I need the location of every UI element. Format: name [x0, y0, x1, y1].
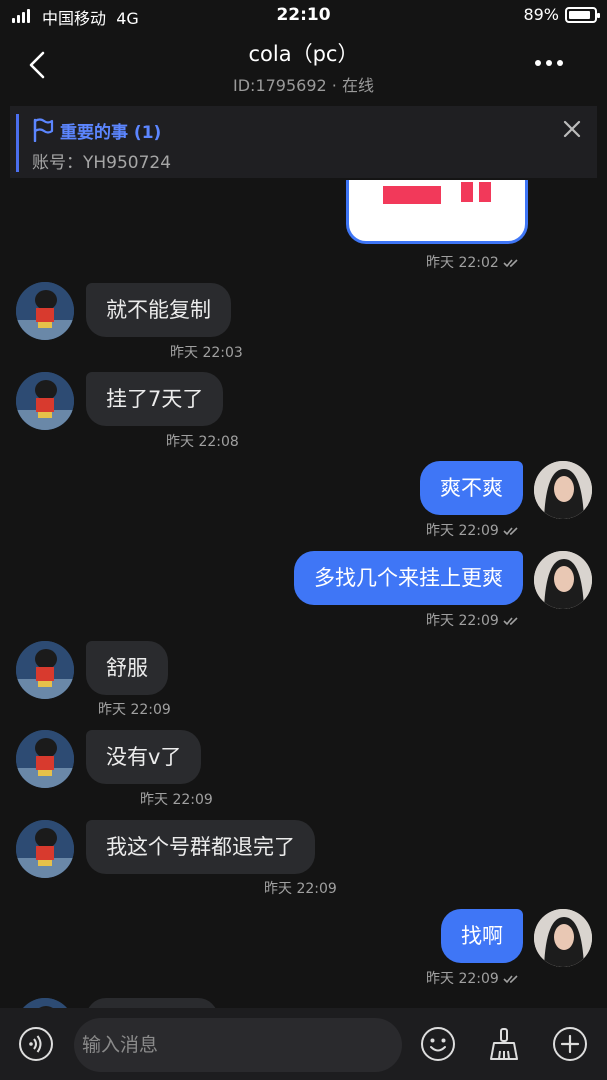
redacted-block	[461, 182, 473, 202]
pinned-accent-bar	[16, 114, 19, 172]
voice-icon[interactable]	[18, 1026, 54, 1062]
message-timestamp: 昨天 22:09	[426, 968, 521, 988]
plus-circle-icon[interactable]	[552, 1026, 588, 1062]
contact-avatar[interactable]	[16, 730, 74, 788]
incoming-message-bubble[interactable]: 挂了7天了	[86, 372, 224, 426]
user-avatar[interactable]	[534, 551, 592, 609]
battery-icon	[565, 7, 600, 23]
broom-icon[interactable]	[486, 1026, 522, 1062]
battery-percent: 89%	[523, 5, 559, 24]
pinned-title: 重要的事 (1)	[60, 123, 162, 143]
outgoing-message-bubble[interactable]: 多找几个来挂上更爽	[294, 551, 523, 605]
message-timestamp: 昨天 22:09	[426, 610, 521, 630]
message-input-bar	[0, 1008, 607, 1080]
incoming-message-bubble[interactable]: 就不能复制	[86, 283, 231, 337]
close-icon[interactable]	[561, 118, 583, 140]
message-timestamp: 昨天 22:08	[166, 434, 239, 450]
message-timestamp: 昨天 22:02	[426, 252, 521, 272]
more-horizontal-icon[interactable]	[535, 60, 569, 76]
contact-avatar[interactable]	[16, 372, 74, 430]
emoji-icon[interactable]	[420, 1026, 456, 1062]
message-timestamp: 昨天 22:09	[98, 702, 171, 718]
contact-avatar[interactable]	[16, 282, 74, 340]
pinned-message-banner[interactable]: 重要的事 (1) 账号：YH950724	[10, 106, 597, 178]
incoming-message-bubble[interactable]: 没有v了	[86, 730, 202, 784]
read-check-icon	[503, 975, 518, 984]
status-time: 22:10	[276, 5, 331, 25]
outgoing-message-bubble[interactable]: 爽不爽	[420, 461, 523, 515]
redacted-block	[383, 186, 441, 204]
read-check-icon	[503, 259, 518, 268]
contact-avatar[interactable]	[16, 820, 74, 878]
read-check-icon	[503, 527, 518, 536]
incoming-message-bubble[interactable]: 舒服	[86, 641, 168, 695]
outgoing-message-bubble[interactable]: 找啊	[441, 909, 523, 963]
message-list[interactable]: 昨天 22:02 就不能复制 昨天 22:03 挂了7天了 昨天 22:08 爽…	[0, 180, 607, 1010]
redacted-block	[479, 182, 491, 202]
contact-avatar[interactable]	[16, 641, 74, 699]
read-check-icon	[503, 617, 518, 626]
user-avatar[interactable]	[534, 909, 592, 967]
flag-icon	[33, 118, 54, 142]
incoming-message-bubble[interactable]: 我这个号群都退完了	[86, 820, 315, 874]
chat-subtitle: ID:1795692 · 在线	[233, 76, 374, 95]
user-avatar[interactable]	[534, 461, 592, 519]
message-timestamp: 昨天 22:09	[140, 792, 213, 808]
status-bar: 中国移动 4G 22:10 89%	[0, 0, 607, 30]
message-input[interactable]	[74, 1018, 402, 1072]
message-timestamp: 昨天 22:03	[170, 345, 243, 361]
chat-title: cola（pc）	[248, 42, 359, 66]
image-message[interactable]	[346, 180, 528, 244]
message-timestamp: 昨天 22:09	[264, 881, 337, 897]
chat-header: cola（pc） ID:1795692 · 在线	[0, 30, 607, 102]
message-timestamp: 昨天 22:09	[426, 520, 521, 540]
pinned-account: 账号：YH950724	[32, 153, 172, 173]
